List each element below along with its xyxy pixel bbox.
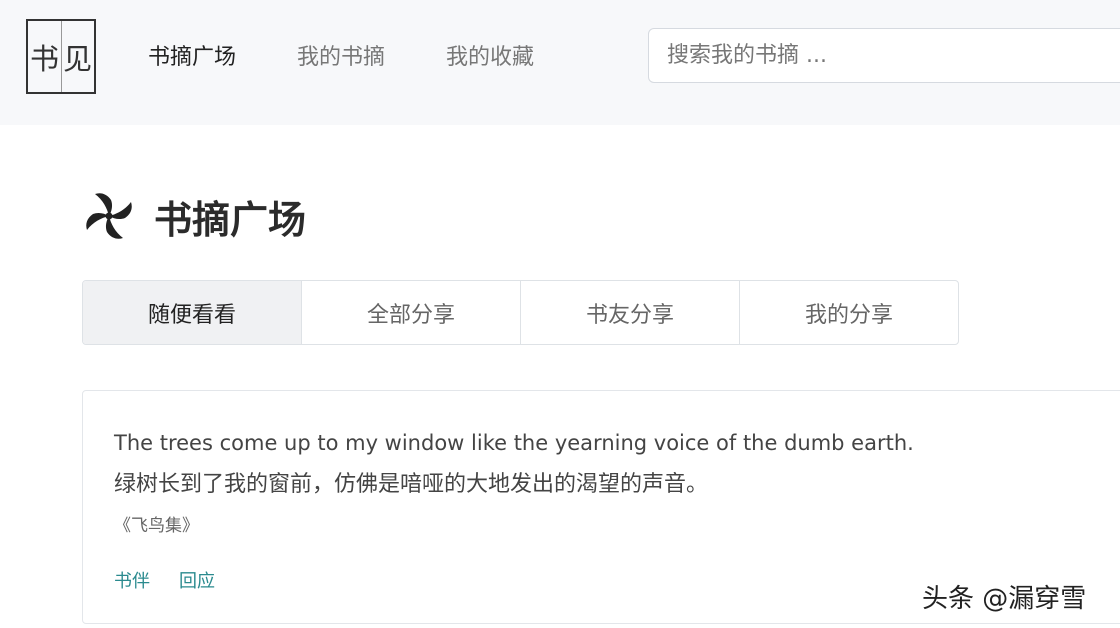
watermark: 头条 @漏穿雪 bbox=[922, 584, 1087, 614]
page-title: 书摘广场 bbox=[154, 197, 307, 242]
tab-my-shares[interactable]: 我的分享 bbox=[740, 281, 958, 344]
tab-random[interactable]: 随便看看 bbox=[83, 281, 302, 344]
navbar: 书 见 书摘广场 我的书摘 我的收藏 bbox=[0, 0, 1120, 125]
nav-link-my-excerpts[interactable]: 我的书摘 bbox=[297, 40, 385, 76]
logo-divider bbox=[61, 21, 62, 92]
nav-link-my-favorites[interactable]: 我的收藏 bbox=[446, 40, 534, 76]
reply-link[interactable]: 回应 bbox=[179, 567, 215, 593]
logo-char-1: 书 bbox=[29, 41, 59, 76]
tab-all-shares[interactable]: 全部分享 bbox=[302, 281, 521, 344]
search-input[interactable] bbox=[648, 28, 1120, 83]
filter-tabs: 随便看看 全部分享 书友分享 我的分享 bbox=[82, 280, 959, 345]
book-companion-link[interactable]: 书伴 bbox=[114, 567, 150, 593]
page-header: 书摘广场 bbox=[82, 188, 306, 244]
pinwheel-icon bbox=[86, 193, 132, 239]
tab-friend-shares[interactable]: 书友分享 bbox=[521, 281, 740, 344]
logo-char-2: 见 bbox=[62, 41, 92, 76]
book-source: 《飞鸟集》 bbox=[114, 516, 199, 536]
nav-link-excerpt-square[interactable]: 书摘广场 bbox=[148, 40, 236, 76]
quote-english: The trees come up to my window like the … bbox=[114, 431, 914, 455]
site-logo[interactable]: 书 见 bbox=[26, 19, 96, 94]
quote-chinese: 绿树长到了我的窗前，仿佛是喑哑的大地发出的渴望的声音。 bbox=[114, 472, 709, 497]
